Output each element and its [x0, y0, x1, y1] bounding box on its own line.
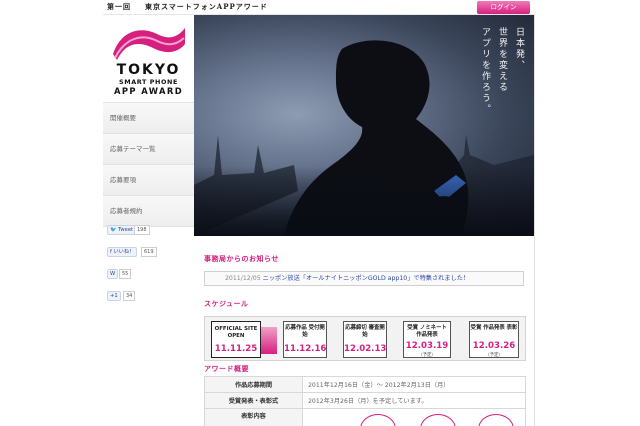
news-date: 2011/12/05	[225, 275, 261, 282]
edition-label: 第一回	[107, 2, 131, 11]
logo-swoosh-icon	[113, 28, 185, 60]
stage-award: 受賞 作品発表 表彰 12.03.26 （予定）	[469, 321, 519, 358]
catch-line-2: 世界を変える	[497, 27, 507, 93]
like-count: 619	[141, 247, 157, 257]
notice-title: 事務局からのお知らせ	[204, 255, 279, 263]
sidebar: TOKYO SMART PHONE APP AWARD 開催概要 応募テーマ一覧…	[103, 15, 194, 426]
sidebar-nav: 開催概要 応募テーマ一覧 応募要項 応募者規約	[103, 103, 194, 227]
share-button[interactable]: W	[107, 269, 119, 279]
progress-bar	[261, 327, 277, 354]
catch-line-1: 日本発、	[514, 27, 524, 71]
table-row: 作品応募期間 2011年12月16日（金）～ 2012年2月13日（月）	[204, 376, 526, 393]
sidebar-item-themes[interactable]: 応募テーマ一覧	[103, 134, 194, 165]
prize-circle-icon	[478, 414, 514, 426]
news-link[interactable]: ニッポン放送「オールナイトニッポンGOLD app10」で特集されました！	[263, 275, 469, 282]
logo-text-smartphone: SMART PHONE	[119, 78, 178, 86]
stage-site-open: OFFICIAL SITE OPEN 11.11.25	[211, 321, 261, 358]
sidebar-item-overview[interactable]: 開催概要	[103, 103, 194, 134]
prize-circle-icon	[360, 414, 396, 426]
site-logo[interactable]: TOKYO SMART PHONE APP AWARD	[103, 15, 194, 103]
stage-entry-open: 応募作品 受付開始 11.12.16	[283, 321, 327, 358]
table-row: 表彰内容	[204, 408, 526, 426]
catch-line-3: アプリを作ろう。	[480, 27, 490, 115]
award-title: アワード概要	[204, 365, 249, 373]
top-bar: 第一回 東京スマートフォンAPPアワード	[103, 0, 535, 15]
like-button[interactable]: f いいね！	[107, 247, 138, 257]
share-count: 55	[119, 269, 132, 279]
login-button[interactable]: ログイン	[477, 1, 530, 14]
schedule-title: スケジュール	[204, 300, 249, 308]
stage-nominee: 受賞 ノミネート 作品発表 12.03.19 （予定）	[403, 321, 451, 358]
schedule-timeline: OFFICIAL SITE OPEN 11.11.25 応募作品 受付開始 11…	[204, 316, 526, 361]
table-row: 受賞発表・表彰式 2012年3月26日（月）を予定しています。	[204, 392, 526, 409]
bird-icon: 🐦	[110, 227, 117, 233]
plusone-button[interactable]: +1	[107, 291, 121, 301]
sidebar-item-guidelines[interactable]: 応募要項	[103, 165, 194, 196]
main-content: 事務局からのお知らせ 2011/12/05 ニッポン放送「オールナイトニッポンG…	[194, 236, 534, 426]
tweet-count: 198	[134, 225, 150, 235]
share-icon: W	[110, 271, 116, 277]
prize-circle-icon	[420, 414, 456, 426]
news-item: 2011/12/05 ニッポン放送「オールナイトニッポンGOLD app10」で…	[204, 271, 524, 286]
facebook-icon: f	[110, 249, 112, 255]
logo-text-appaward: APP AWARD	[113, 86, 184, 96]
site-title: 東京スマートフォンAPPアワード	[145, 2, 268, 11]
plusone-count: 34	[123, 291, 136, 301]
tweet-button[interactable]: 🐦 Tweet	[107, 225, 137, 235]
award-table: 作品応募期間 2011年12月16日（金）～ 2012年2月13日（月） 受賞発…	[204, 376, 526, 426]
prize-circles	[308, 409, 520, 426]
sidebar-item-terms[interactable]: 応募者規約	[103, 196, 194, 227]
logo-text-tokyo: TOKYO	[116, 62, 181, 78]
stage-deadline: 応募締切 審査開始 12.02.13	[343, 321, 387, 358]
hero-catchphrase: 日本発、 世界を変える アプリを作ろう。	[310, 27, 526, 115]
hero-image: 日本発、 世界を変える アプリを作ろう。	[194, 15, 534, 236]
